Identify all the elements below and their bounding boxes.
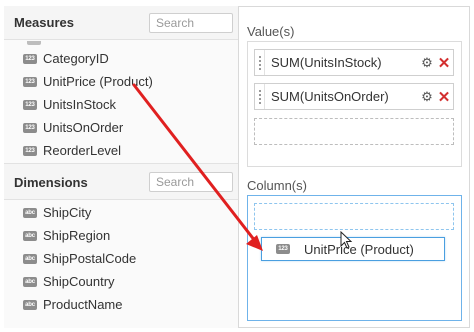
list-item-label: ShipCity <box>43 205 92 220</box>
dimensions-title: Dimensions <box>14 175 88 190</box>
list-item-shipcountry[interactable]: abc ShipCountry <box>4 270 238 293</box>
mouse-cursor-icon <box>340 231 353 249</box>
value-pill-unitsonorder[interactable]: SUM(UnitsOnOrder) ⚙ ✕ <box>254 83 454 110</box>
numeric-type-icon: 123 <box>276 244 290 254</box>
dimensions-list: abc ShipCity abc ShipRegion abc ShipPost… <box>4 201 238 328</box>
text-type-icon: abc <box>23 253 37 264</box>
list-item-label: ShipRegion <box>43 228 111 243</box>
measures-header: Measures <box>4 6 238 40</box>
list-item-label: UnitsOnOrder <box>43 120 124 135</box>
value-pill-label: SUM(UnitsInStock) <box>271 55 382 70</box>
numeric-type-icon: 123 <box>23 53 37 64</box>
drag-handle-icon[interactable] <box>255 50 265 75</box>
list-item-label: ProductName <box>43 297 123 312</box>
text-type-icon: abc <box>23 276 37 287</box>
list-item-shipregion[interactable]: abc ShipRegion <box>4 224 238 247</box>
text-type-icon: abc <box>23 299 37 310</box>
columns-empty-dropzone[interactable] <box>254 203 454 230</box>
measures-list: 123 CategoryID 123 UnitPrice (Product) 1… <box>4 41 238 168</box>
list-item-label: UnitPrice (Product) <box>43 74 153 89</box>
list-item-unitsinstock[interactable]: 123 UnitsInStock <box>4 93 238 116</box>
gear-icon[interactable]: ⚙ <box>419 55 435 71</box>
value-pill-label: SUM(UnitsOnOrder) <box>271 89 389 104</box>
measures-title: Measures <box>14 15 74 30</box>
columns-title: Column(s) <box>247 178 307 193</box>
gear-icon[interactable]: ⚙ <box>419 89 435 105</box>
numeric-type-icon: 123 <box>23 99 37 110</box>
close-icon[interactable]: ✕ <box>435 88 453 106</box>
close-icon[interactable]: ✕ <box>435 54 453 72</box>
list-item-reorderlevel[interactable]: 123 ReorderLevel <box>4 139 238 162</box>
measures-search-input[interactable] <box>149 13 233 33</box>
dimensions-search-input[interactable] <box>149 172 233 192</box>
text-type-icon: abc <box>23 207 37 218</box>
list-item-label: ReorderLevel <box>43 143 122 158</box>
dragging-field-label: UnitPrice (Product) <box>304 241 414 257</box>
dimensions-header: Dimensions <box>4 163 238 200</box>
drag-handle-icon[interactable] <box>255 84 265 109</box>
list-item-label: UnitsInStock <box>43 97 116 112</box>
list-item-shipcity[interactable]: abc ShipCity <box>4 201 238 224</box>
list-item-productname[interactable]: abc ProductName <box>4 293 238 316</box>
fields-panel: Measures 123 CategoryID 123 UnitPrice (P… <box>4 6 239 328</box>
partial-list-item <box>27 41 41 45</box>
numeric-type-icon: 123 <box>23 145 37 156</box>
list-item-label: ShipPostalCode <box>43 251 137 266</box>
values-empty-dropzone[interactable] <box>254 118 454 145</box>
list-item-unitsonorder[interactable]: 123 UnitsOnOrder <box>4 116 238 139</box>
values-title: Value(s) <box>247 24 295 39</box>
text-type-icon: abc <box>23 230 37 241</box>
list-item-label: CategoryID <box>43 51 109 66</box>
list-item-label: ShipCountry <box>43 274 115 289</box>
list-item-shippostalcode[interactable]: abc ShipPostalCode <box>4 247 238 270</box>
numeric-type-icon: 123 <box>23 76 37 87</box>
numeric-type-icon: 123 <box>23 122 37 133</box>
list-item-categoryid[interactable]: 123 CategoryID <box>4 47 238 70</box>
list-item-unitprice[interactable]: 123 UnitPrice (Product) <box>4 70 238 93</box>
value-pill-unitsinstock[interactable]: SUM(UnitsInStock) ⚙ ✕ <box>254 49 454 76</box>
